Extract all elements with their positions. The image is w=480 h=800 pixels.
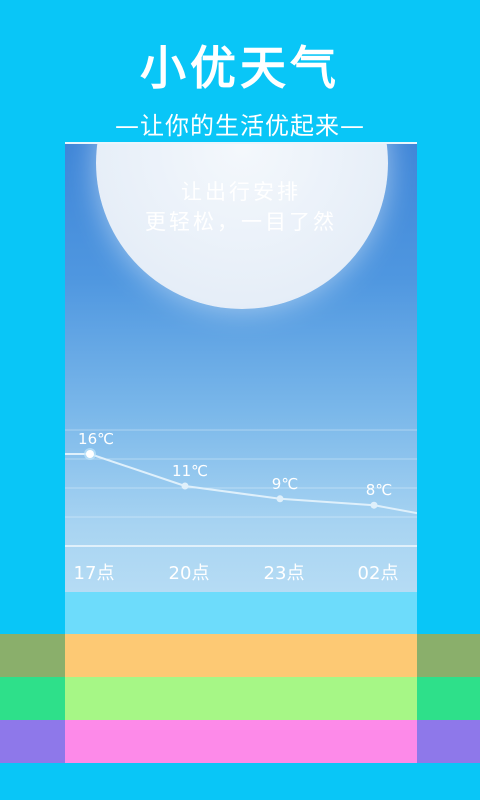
time-label: 02点	[358, 563, 399, 584]
temperature-label: 11℃	[172, 462, 208, 480]
temperature-point	[370, 501, 378, 509]
time-label: 23点	[264, 563, 305, 584]
temperature-point	[86, 450, 94, 458]
temperature-label: 9℃	[272, 475, 298, 493]
temperature-chart: 16℃ 17点 11℃ 20点 9℃ 23点 8℃ 02点	[65, 429, 417, 584]
band-green	[65, 677, 417, 720]
side-band-olive-right	[417, 634, 480, 677]
band-pink	[65, 720, 417, 763]
phone-screen-preview: 让出行安排 更轻松，一目了然 16℃ 17点 11℃ 20点 9℃ 23点 8℃ 02点	[65, 142, 417, 594]
side-band-olive-left	[0, 634, 65, 677]
side-band-teal-right	[417, 677, 480, 720]
band-cyan	[65, 592, 417, 634]
temperature-label: 16℃	[78, 430, 114, 448]
temperature-line	[65, 453, 417, 515]
temperature-point	[276, 495, 284, 503]
side-band-purple-left	[0, 720, 65, 763]
temperature-label: 8℃	[366, 481, 392, 499]
side-band-teal-left	[0, 677, 65, 720]
band-orange	[65, 634, 417, 677]
app-subtitle: —让你的生活优起来—	[115, 112, 365, 140]
side-band-purple-right	[417, 720, 480, 763]
temperature-point	[181, 482, 189, 490]
time-label: 17点	[74, 563, 115, 584]
time-label: 20点	[169, 563, 210, 584]
app-title: 小优天气	[140, 41, 340, 95]
